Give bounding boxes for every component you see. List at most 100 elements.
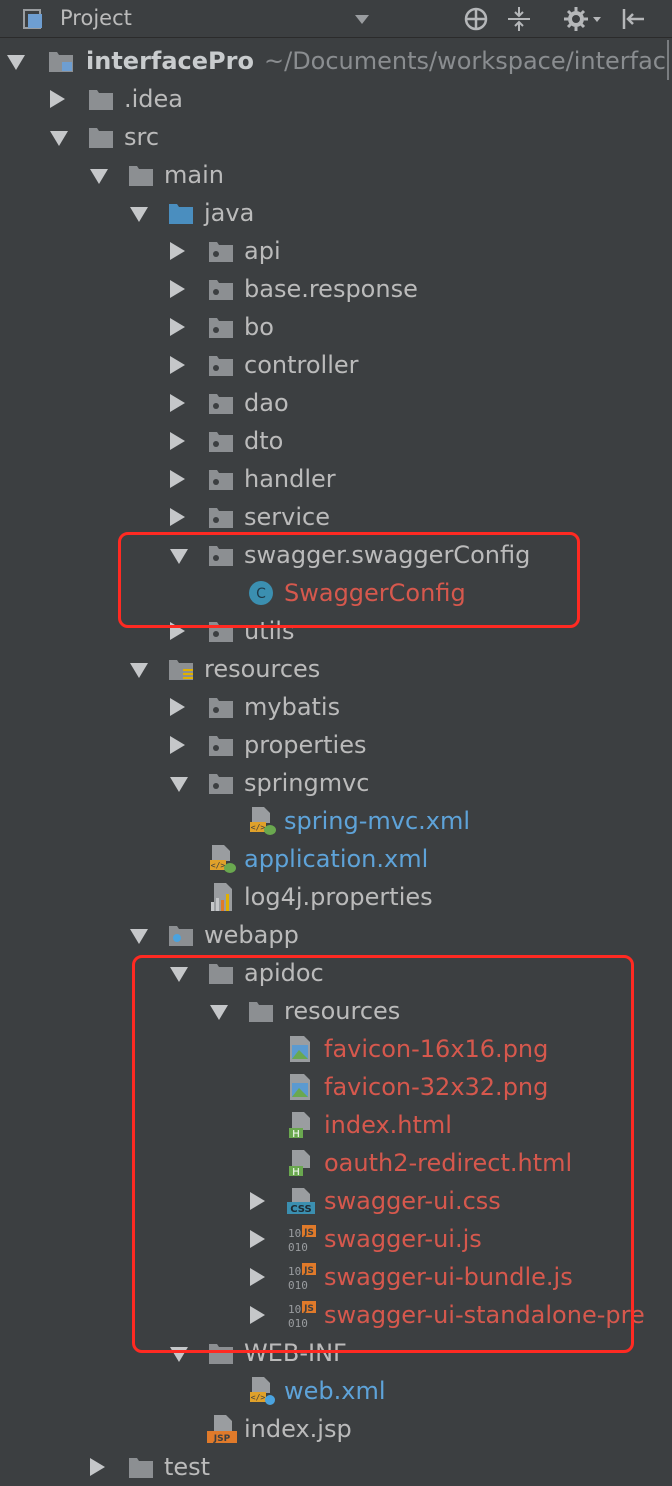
spring-xml-icon: </> — [210, 845, 236, 873]
expand-arrow-icon[interactable] — [130, 207, 148, 222]
package-icon — [209, 622, 233, 642]
source-folder-icon — [169, 204, 193, 224]
expand-arrow-icon[interactable] — [130, 929, 148, 944]
tree-label: swagger-ui.js — [324, 1225, 482, 1253]
tree-row-file-js[interactable]: 10 010 JS swagger-ui-standalone-pre — [0, 1296, 672, 1334]
project-view-icon[interactable] — [22, 7, 46, 31]
expand-arrow-icon[interactable] — [170, 356, 185, 374]
expand-arrow-icon[interactable] — [170, 508, 185, 526]
tree-label: swagger-ui-standalone-pre — [324, 1301, 645, 1329]
package-icon — [209, 394, 233, 414]
svg-text:JS: JS — [303, 1304, 314, 1314]
tree-label: main — [164, 161, 224, 189]
tree-label: web.xml — [284, 1377, 386, 1405]
svg-text:10: 10 — [288, 1227, 301, 1240]
folder-icon — [129, 1458, 153, 1478]
package-icon — [209, 470, 233, 490]
expand-arrow-icon[interactable] — [90, 169, 108, 184]
tree-label: mybatis — [244, 693, 341, 721]
expand-arrow-icon[interactable] — [50, 131, 68, 146]
expand-arrow-icon[interactable] — [170, 698, 185, 716]
tree-label: utils — [244, 617, 295, 645]
expand-arrow-icon[interactable] — [170, 549, 188, 564]
tree-label: dao — [244, 389, 289, 417]
expand-arrow-icon[interactable] — [250, 1192, 265, 1210]
tree-label: resources — [284, 997, 401, 1025]
locate-icon[interactable] — [462, 5, 490, 33]
image-file-icon — [290, 1074, 310, 1100]
tree-label: controller — [244, 351, 359, 379]
tree-label: test — [164, 1453, 211, 1481]
tree-label: properties — [244, 731, 367, 759]
tree-label: spring-mvc.xml — [284, 807, 471, 835]
js-file-icon: 10 010 JS — [288, 1263, 316, 1292]
expand-arrow-icon[interactable] — [7, 55, 25, 70]
svg-text:10: 10 — [288, 1303, 301, 1316]
package-icon — [209, 432, 233, 452]
image-file-icon — [290, 1036, 310, 1062]
expand-arrow-icon[interactable] — [250, 1268, 265, 1286]
tree-label: swagger-ui-bundle.js — [324, 1263, 573, 1291]
module-name: interfacePro — [86, 47, 254, 75]
svg-text:010: 010 — [288, 1279, 308, 1292]
resources-folder-icon — [169, 660, 193, 680]
package-icon — [209, 356, 233, 376]
expand-arrow-icon[interactable] — [170, 242, 185, 260]
tree-label: src — [124, 123, 160, 151]
svg-text:JSP: JSP — [213, 1434, 231, 1444]
svg-text:C: C — [256, 586, 266, 602]
expand-arrow-icon[interactable] — [170, 470, 185, 488]
tree-label: base.response — [244, 275, 418, 303]
expand-arrow-icon[interactable] — [170, 777, 188, 792]
svg-text:JS: JS — [303, 1228, 314, 1238]
folder-icon — [89, 128, 113, 148]
svg-text:H: H — [292, 1167, 300, 1177]
project-view-title[interactable]: Project — [60, 6, 132, 30]
jsp-file-icon: JSP — [207, 1415, 237, 1444]
tree-label: webapp — [204, 921, 299, 949]
html-file-icon: H — [289, 1112, 310, 1139]
module-path: ~/Documents/workspace/interfac — [264, 47, 666, 75]
folder-icon — [249, 1002, 273, 1022]
class-icon: C — [249, 581, 273, 605]
expand-arrow-icon[interactable] — [130, 663, 148, 678]
module-folder-icon — [49, 52, 73, 72]
tree-label: service — [244, 503, 330, 531]
expand-arrow-icon[interactable] — [50, 90, 65, 108]
properties-file-icon — [211, 883, 232, 911]
hide-panel-icon[interactable] — [620, 5, 648, 33]
svg-text:010: 010 — [288, 1241, 308, 1254]
svg-text:H: H — [292, 1129, 300, 1139]
expand-arrow-icon[interactable] — [90, 1458, 105, 1476]
expand-arrow-icon[interactable] — [170, 736, 185, 754]
settings-gear-icon[interactable] — [563, 5, 603, 33]
view-dropdown-icon[interactable] — [355, 15, 369, 24]
expand-arrow-icon[interactable] — [170, 1347, 188, 1362]
tree-label: log4j.properties — [244, 883, 433, 911]
svg-text:JS: JS — [303, 1266, 314, 1276]
tree-label: WEB-INF — [244, 1339, 347, 1367]
expand-arrow-icon[interactable] — [250, 1306, 265, 1324]
js-file-icon: 10 010 JS — [288, 1301, 316, 1330]
expand-arrow-icon[interactable] — [170, 622, 185, 640]
tree-label: bo — [244, 313, 274, 341]
expand-arrow-icon[interactable] — [170, 967, 188, 982]
package-icon — [209, 546, 233, 566]
expand-arrow-icon[interactable] — [210, 1005, 228, 1020]
tree-label: handler — [244, 465, 336, 493]
tree-label: swagger-ui.css — [324, 1187, 501, 1215]
folder-icon — [209, 964, 233, 984]
tree-row-interfacepro[interactable]: interfacePro ~/Documents/workspace/inter… — [0, 42, 672, 80]
expand-arrow-icon[interactable] — [170, 318, 185, 336]
collapse-all-icon[interactable] — [505, 5, 533, 33]
tree-label: .idea — [124, 85, 184, 113]
svg-text:010: 010 — [288, 1317, 308, 1330]
tree-label: index.html — [324, 1111, 452, 1139]
expand-arrow-icon[interactable] — [170, 432, 185, 450]
expand-arrow-icon[interactable] — [250, 1230, 265, 1248]
expand-arrow-icon[interactable] — [170, 394, 185, 412]
package-icon — [209, 280, 233, 300]
tree-label: SwaggerConfig — [284, 579, 466, 607]
expand-arrow-icon[interactable] — [170, 280, 185, 298]
tree-label: resources — [204, 655, 321, 683]
